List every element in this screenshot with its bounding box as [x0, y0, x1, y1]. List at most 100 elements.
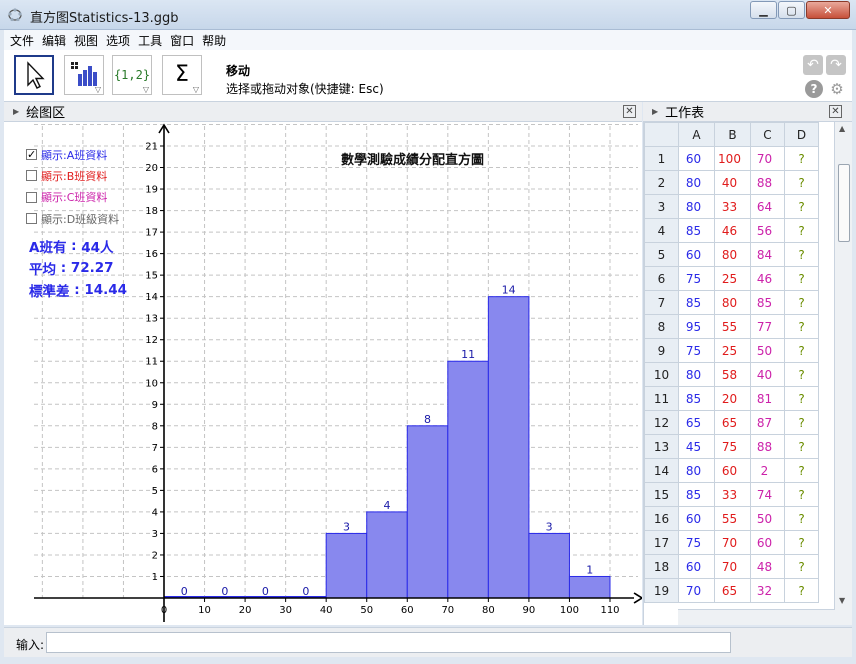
cell-c7[interactable]: 85 — [750, 290, 785, 315]
checkbox-b-box[interactable] — [26, 170, 37, 182]
checkbox-show-c[interactable]: 顯示:C班資料 — [26, 187, 119, 208]
undo-button[interactable]: ↶ — [803, 55, 823, 75]
checkbox-c-box[interactable] — [26, 191, 37, 203]
row-header[interactable]: 7 — [644, 290, 679, 315]
spreadsheet-view[interactable]: A B C D 1 60 100 70? 2 80 40 88? 3 80 33 64? 4 85 46 56… — [643, 122, 852, 625]
cell-c9[interactable]: 50 — [750, 338, 785, 363]
cell-b18[interactable]: 70 — [714, 554, 751, 579]
cell-a3[interactable]: 80 — [678, 194, 715, 219]
row-header[interactable]: 2 — [644, 170, 679, 195]
cell-a18[interactable]: 60 — [678, 554, 715, 579]
close-spreadsheet-view-button[interactable]: ✕ — [829, 105, 842, 118]
cell-a4[interactable]: 85 — [678, 218, 715, 243]
graphics-view[interactable]: 0 0 0 0 3 4 8 11 14 3 1 0 10 20 30 40 50 60 70 80 90 100 110 1 2… — [4, 122, 642, 625]
checkbox-show-b[interactable]: 顯示:B班資料 — [26, 165, 119, 186]
maximize-button[interactable]: ▢ — [778, 1, 805, 19]
cell-a19[interactable]: 70 — [678, 578, 715, 603]
column-header-a[interactable]: A — [678, 122, 715, 147]
row-header[interactable]: 15 — [644, 482, 679, 507]
scroll-thumb[interactable] — [838, 164, 850, 242]
checkbox-show-a[interactable]: ✓ 顯示:A班資料 — [26, 144, 119, 165]
cell-b4[interactable]: 46 — [714, 218, 751, 243]
cell-c14[interactable]: 2 — [750, 458, 785, 483]
cell-c17[interactable]: 60 — [750, 530, 785, 555]
cell-a11[interactable]: 85 — [678, 386, 715, 411]
checkbox-show-d[interactable]: 顯示:D班級資料 — [26, 208, 119, 229]
row-header[interactable]: 5 — [644, 242, 679, 267]
cell-b17[interactable]: 70 — [714, 530, 751, 555]
cell-a6[interactable]: 75 — [678, 266, 715, 291]
cell-c13[interactable]: 88 — [750, 434, 785, 459]
row-header[interactable]: 13 — [644, 434, 679, 459]
cell-b3[interactable]: 33 — [714, 194, 751, 219]
cell-b13[interactable]: 75 — [714, 434, 751, 459]
move-tool-button[interactable] — [14, 55, 54, 95]
cell-b10[interactable]: 58 — [714, 362, 751, 387]
column-header-b[interactable]: B — [714, 122, 751, 147]
checkbox-d-box[interactable] — [26, 213, 37, 225]
checkbox-a-box[interactable]: ✓ — [26, 149, 37, 161]
redo-button[interactable]: ↷ — [826, 55, 846, 75]
cell-c11[interactable]: 81 — [750, 386, 785, 411]
cell-b9[interactable]: 25 — [714, 338, 751, 363]
cell-c18[interactable]: 48 — [750, 554, 785, 579]
scroll-down-icon[interactable]: ▼ — [839, 596, 845, 605]
row-header[interactable]: 10 — [644, 362, 679, 387]
cell-c10[interactable]: 40 — [750, 362, 785, 387]
row-header[interactable]: 1 — [644, 146, 679, 171]
menu-edit[interactable]: 编辑 — [42, 32, 66, 49]
help-button[interactable]: ? — [805, 80, 823, 98]
cell-b2[interactable]: 40 — [714, 170, 751, 195]
cell-c8[interactable]: 77 — [750, 314, 785, 339]
cell-b7[interactable]: 80 — [714, 290, 751, 315]
cell-b1[interactable]: 100 — [714, 146, 751, 171]
cell-a5[interactable]: 60 — [678, 242, 715, 267]
cell-d12[interactable]: ? — [784, 410, 819, 435]
cell-a15[interactable]: 85 — [678, 482, 715, 507]
cell-a16[interactable]: 60 — [678, 506, 715, 531]
menu-help[interactable]: 帮助 — [202, 32, 226, 49]
row-header[interactable]: 12 — [644, 410, 679, 435]
row-header[interactable]: 17 — [644, 530, 679, 555]
row-header[interactable]: 16 — [644, 506, 679, 531]
cell-b5[interactable]: 80 — [714, 242, 751, 267]
cell-c15[interactable]: 74 — [750, 482, 785, 507]
column-header-c[interactable]: C — [750, 122, 785, 147]
cell-a12[interactable]: 65 — [678, 410, 715, 435]
cell-c2[interactable]: 88 — [750, 170, 785, 195]
row-header[interactable]: 4 — [644, 218, 679, 243]
cell-d18[interactable]: ? — [784, 554, 819, 579]
cell-d1[interactable]: ? — [784, 146, 819, 171]
row-header[interactable]: 18 — [644, 554, 679, 579]
cell-d2[interactable]: ? — [784, 170, 819, 195]
row-header[interactable]: 9 — [644, 338, 679, 363]
cell-d16[interactable]: ? — [784, 506, 819, 531]
settings-button[interactable]: ⚙ — [828, 80, 846, 98]
cell-a9[interactable]: 75 — [678, 338, 715, 363]
cell-d5[interactable]: ? — [784, 242, 819, 267]
cell-c16[interactable]: 50 — [750, 506, 785, 531]
cell-d19[interactable]: ? — [784, 578, 819, 603]
cell-a17[interactable]: 75 — [678, 530, 715, 555]
row-header[interactable]: 8 — [644, 314, 679, 339]
menu-window[interactable]: 窗口 — [170, 32, 194, 49]
cell-a14[interactable]: 80 — [678, 458, 715, 483]
cell-d14[interactable]: ? — [784, 458, 819, 483]
list-tool-button[interactable]: {1,2} ▽ — [112, 55, 152, 95]
cell-b14[interactable]: 60 — [714, 458, 751, 483]
cell-d7[interactable]: ? — [784, 290, 819, 315]
cell-b12[interactable]: 65 — [714, 410, 751, 435]
cell-d9[interactable]: ? — [784, 338, 819, 363]
row-header[interactable]: 14 — [644, 458, 679, 483]
cell-a8[interactable]: 95 — [678, 314, 715, 339]
cell-c19[interactable]: 32 — [750, 578, 785, 603]
cell-b6[interactable]: 25 — [714, 266, 751, 291]
cell-c6[interactable]: 46 — [750, 266, 785, 291]
cell-d4[interactable]: ? — [784, 218, 819, 243]
input-field[interactable] — [46, 632, 731, 653]
cell-a1[interactable]: 60 — [678, 146, 715, 171]
cell-a13[interactable]: 45 — [678, 434, 715, 459]
collapse-triangle-icon[interactable]: ▶ — [652, 107, 658, 116]
cell-b8[interactable]: 55 — [714, 314, 751, 339]
cell-d17[interactable]: ? — [784, 530, 819, 555]
